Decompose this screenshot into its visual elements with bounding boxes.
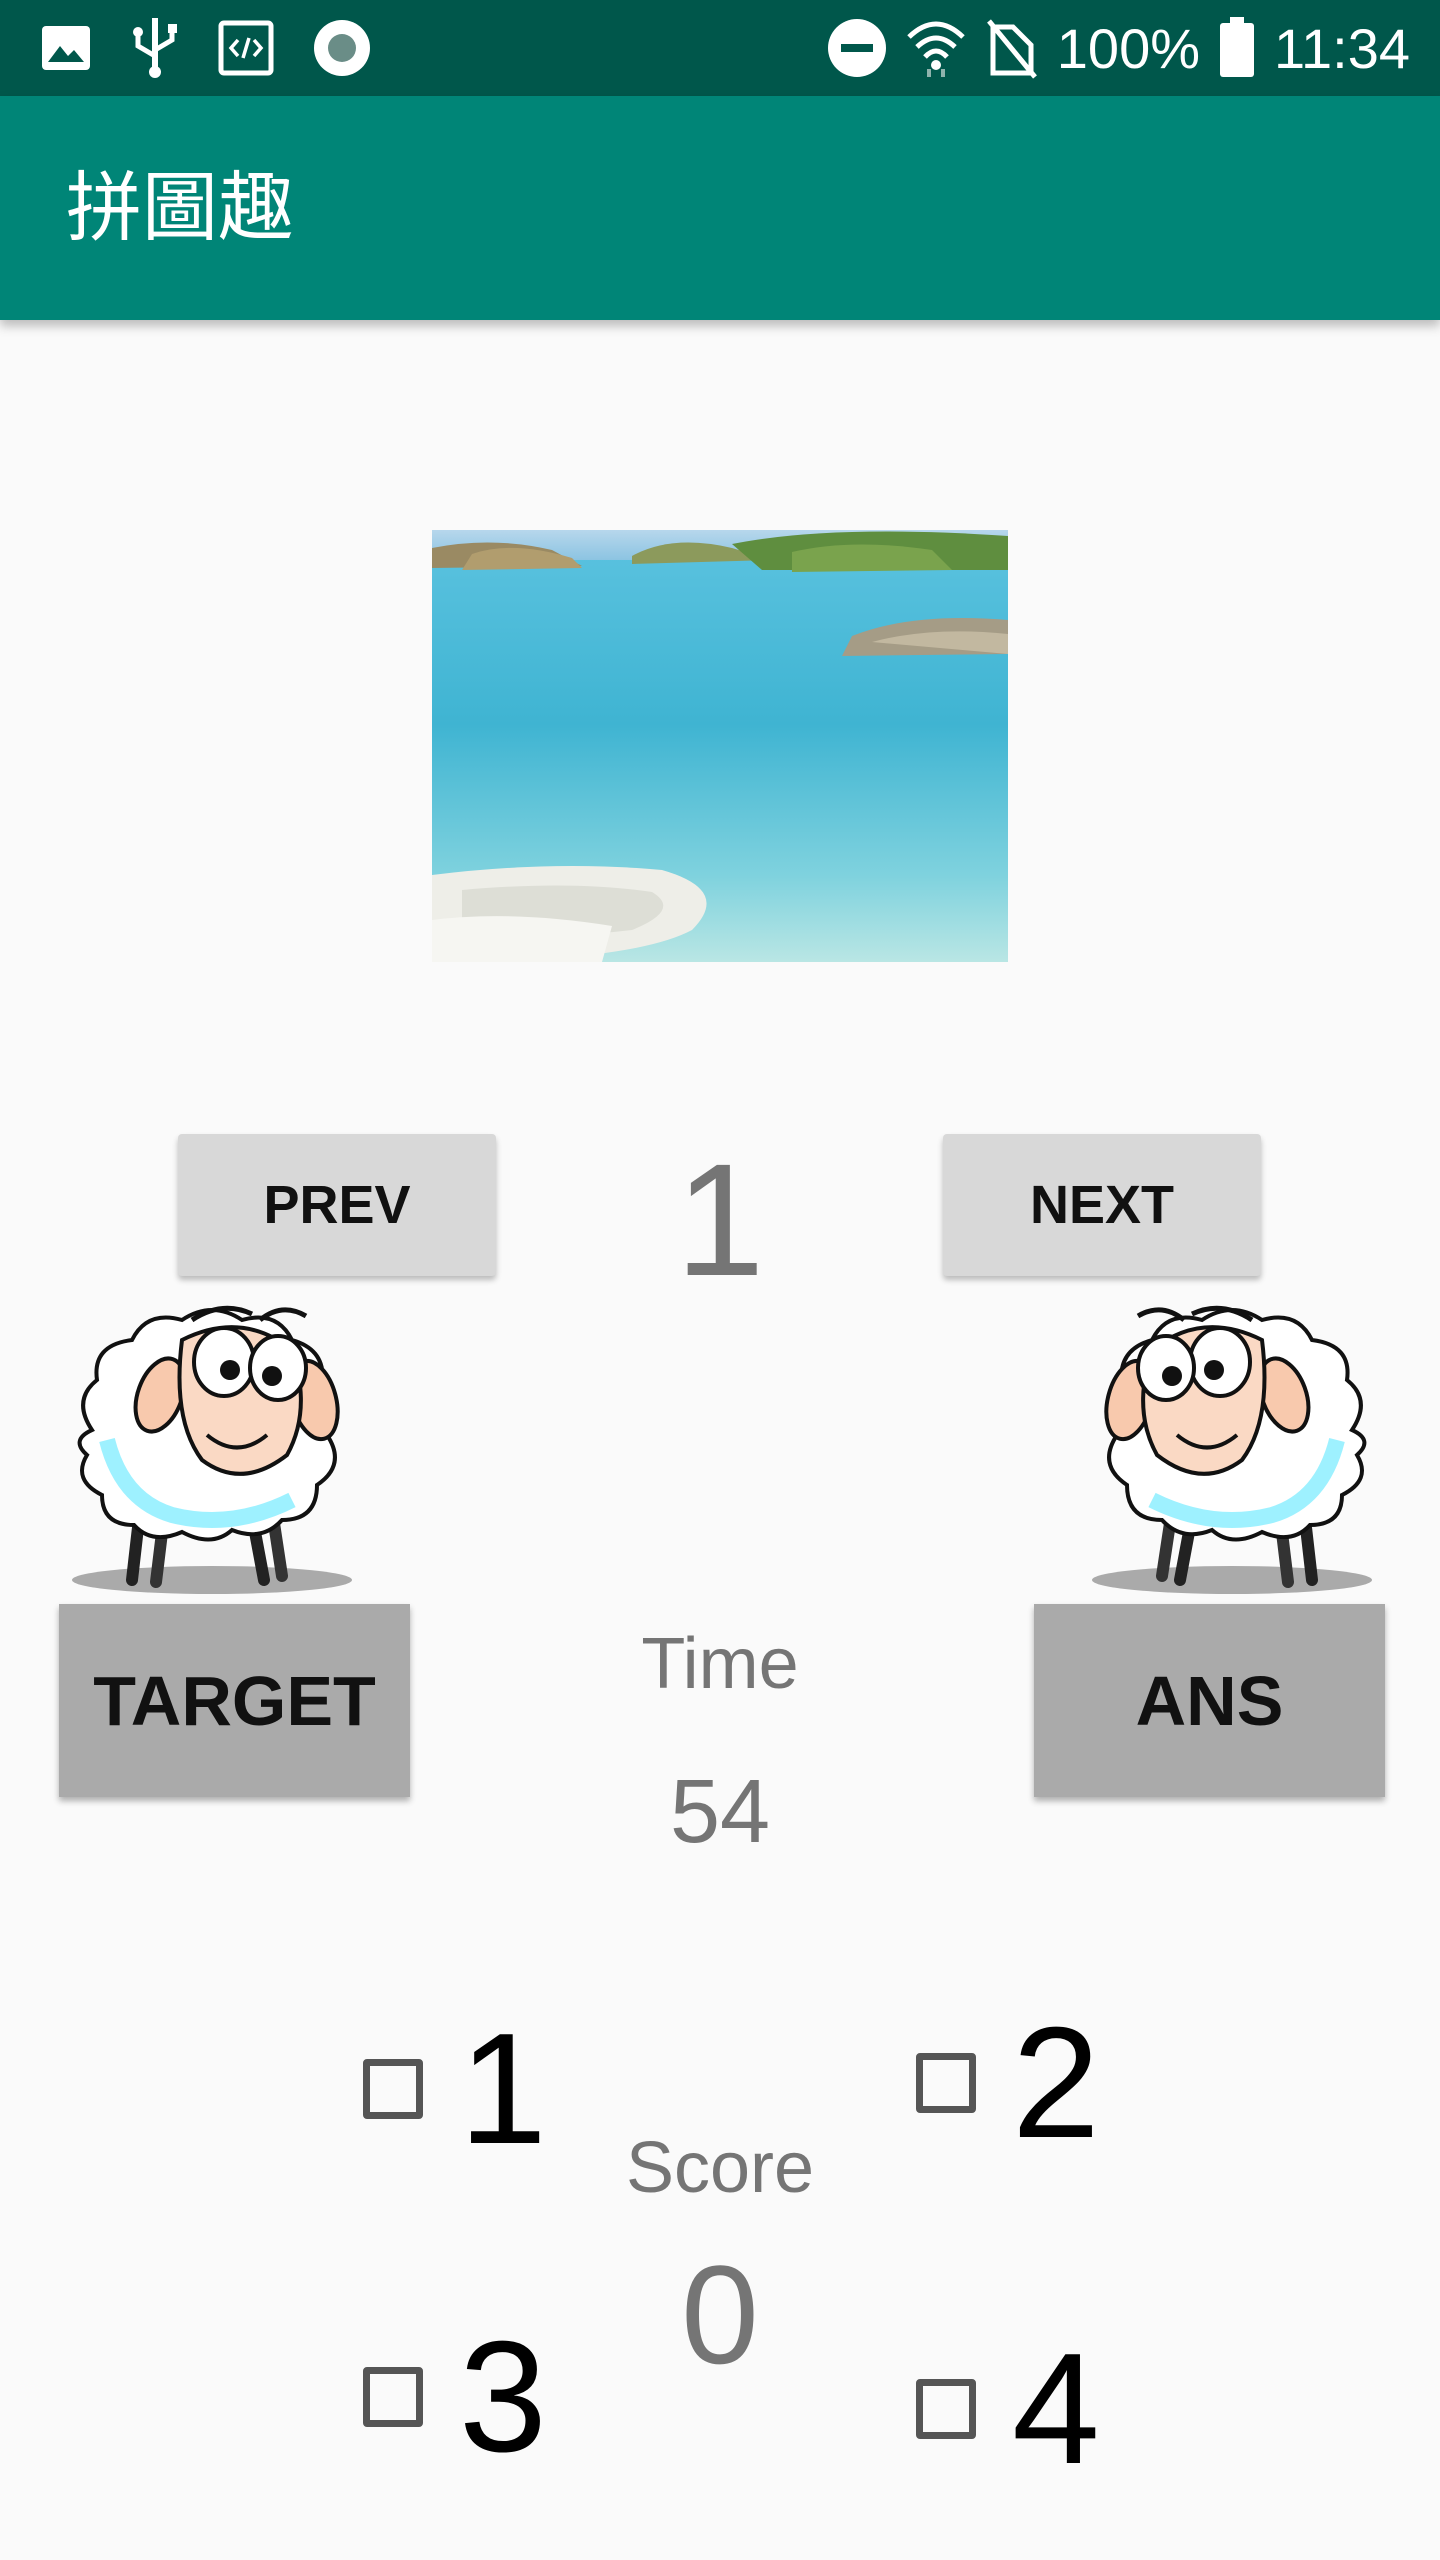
image-icon (42, 26, 90, 70)
sheep-right-image (1092, 1305, 1372, 1594)
option-2-checkbox[interactable] (916, 2053, 976, 2113)
ans-button[interactable]: ANS (1034, 1604, 1385, 1797)
status-bar: 100% 11:34 (0, 0, 1440, 96)
time-label: Time (641, 1624, 799, 1704)
next-button[interactable]: NEXT (943, 1134, 1261, 1276)
option-1-checkbox[interactable] (363, 2059, 423, 2119)
app-title: 拼圖趣 (66, 163, 294, 252)
status-time: 11:34 (1274, 16, 1410, 80)
code-icon (218, 20, 274, 76)
status-left-icons (40, 16, 372, 80)
dnd-icon (827, 19, 886, 77)
time-value: 54 (669, 1762, 771, 1862)
option-2-label: 2 (1012, 1995, 1100, 2171)
option-3-label: 3 (459, 2309, 547, 2485)
score-label: Score (625, 2128, 815, 2208)
wifi-icon (907, 21, 965, 77)
sheep-left-image (72, 1305, 352, 1594)
usb-icon (133, 18, 177, 78)
option-4-label: 4 (1012, 2321, 1100, 2497)
option-2[interactable]: 2 (916, 2004, 1100, 2162)
no-sim-icon (986, 19, 1037, 79)
option-3[interactable]: 3 (363, 2318, 547, 2476)
battery-percent: 100% (1056, 16, 1201, 80)
option-4[interactable]: 4 (916, 2330, 1100, 2488)
app-bar: 拼圖趣 (0, 96, 1440, 320)
prev-button[interactable]: PREV (178, 1134, 496, 1276)
puzzle-image (432, 530, 1008, 962)
status-right-icons: 100% 11:34 (827, 16, 1410, 80)
target-button[interactable]: TARGET (59, 1604, 410, 1797)
beach-sea-photo (432, 530, 1008, 962)
record-icon (314, 20, 370, 76)
battery-icon (1220, 17, 1255, 77)
option-1[interactable]: 1 (363, 2010, 547, 2168)
option-3-checkbox[interactable] (363, 2367, 423, 2427)
option-1-label: 1 (459, 2001, 547, 2177)
score-value: 0 (681, 2236, 759, 2393)
option-4-checkbox[interactable] (916, 2379, 976, 2439)
level-number: 1 (675, 1130, 765, 1309)
